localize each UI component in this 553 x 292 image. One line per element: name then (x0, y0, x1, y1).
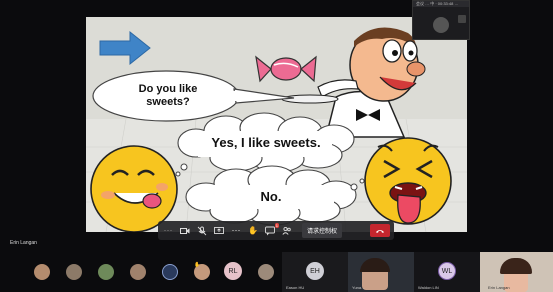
participant-hair-yuna (360, 258, 390, 272)
request-control-button[interactable]: 请求控制权 (302, 223, 343, 238)
leave-button[interactable] (370, 224, 390, 237)
self-video-topbar: 会议 … 中 · 00:33:48 … (413, 1, 469, 7)
share-screen-button[interactable] (213, 225, 225, 237)
participant-name-yuna: Yuna… (352, 285, 366, 290)
shared-slide: Do you like sweets? Yes, I like sweets. … (86, 17, 467, 232)
participant-tile-yuna[interactable]: Yuna… (348, 252, 414, 292)
participant-hair-erin (500, 258, 532, 274)
participants-button[interactable] (281, 225, 293, 237)
presenter-name: Erin Langan (10, 240, 37, 246)
camera-icon (180, 227, 190, 234)
participant-tile-eason[interactable]: EH Eason HU (282, 252, 348, 292)
more-icon: ⋯ (231, 225, 241, 235)
chat-button[interactable]: 1 (264, 222, 279, 237)
chat-icon (265, 226, 275, 235)
meeting-control-bar: ⋯ ⋯ ✋ 1 请求控制权 (158, 221, 394, 240)
yes-answer-text: Yes, I like sweets. (211, 135, 321, 150)
camera-toggle-button[interactable] (179, 225, 191, 237)
chat-badge: 1 (274, 222, 279, 228)
participant-avatar-1[interactable] (34, 264, 50, 280)
hand-icon: ✋ (248, 226, 258, 235)
question-text: Do you like sweets? (118, 83, 218, 109)
participant-name-erin: Erin Langan (488, 285, 510, 290)
meeting-window: Do you like sweets? Yes, I like sweets. … (0, 0, 553, 292)
self-avatar (433, 17, 449, 33)
question-line-1: Do you like (138, 83, 198, 95)
smile-emoji-icon (90, 145, 178, 232)
question-line-2: sweets? (146, 96, 190, 108)
participant-avatar-8[interactable] (258, 264, 274, 280)
disgust-emoji-icon (364, 137, 452, 225)
mic-icon (197, 226, 207, 235)
no-answer-text: No. (260, 189, 282, 204)
participant-initials-eh: EH (306, 262, 324, 280)
raise-hand-button[interactable]: ✋ (247, 225, 259, 237)
participants-icon (282, 226, 291, 235)
timer-icon: ⋯ (163, 225, 173, 235)
more-options-button[interactable]: ⋯ (230, 225, 242, 237)
participant-avatar-5[interactable] (162, 264, 178, 280)
mic-toggle-button[interactable] (196, 225, 208, 237)
participant-avatar-4[interactable] (130, 264, 146, 280)
participant-tile-erin[interactable]: Erin Langan (480, 252, 553, 292)
participant-name-eason: Eason HU (286, 285, 305, 290)
meeting-status-text: 会议 … 中 · 00:33:48 … (416, 1, 459, 6)
share-icon (214, 226, 224, 234)
participant-initials-rl[interactable]: RL (224, 262, 242, 280)
participant-name-waldon: Waldon LIN (418, 285, 439, 290)
participant-avatar-3[interactable] (98, 264, 114, 280)
participant-avatar-2[interactable] (66, 264, 82, 280)
leave-icon (376, 229, 384, 233)
participant-initials-wl: WL (438, 262, 456, 280)
camera-icon[interactable] (458, 15, 466, 23)
raised-hand-icon: ✋ (194, 262, 201, 268)
self-video-preview[interactable]: 会议 … 中 · 00:33:48 … (412, 0, 470, 40)
participant-tile-waldon[interactable]: WL Waldon LIN (414, 252, 480, 292)
